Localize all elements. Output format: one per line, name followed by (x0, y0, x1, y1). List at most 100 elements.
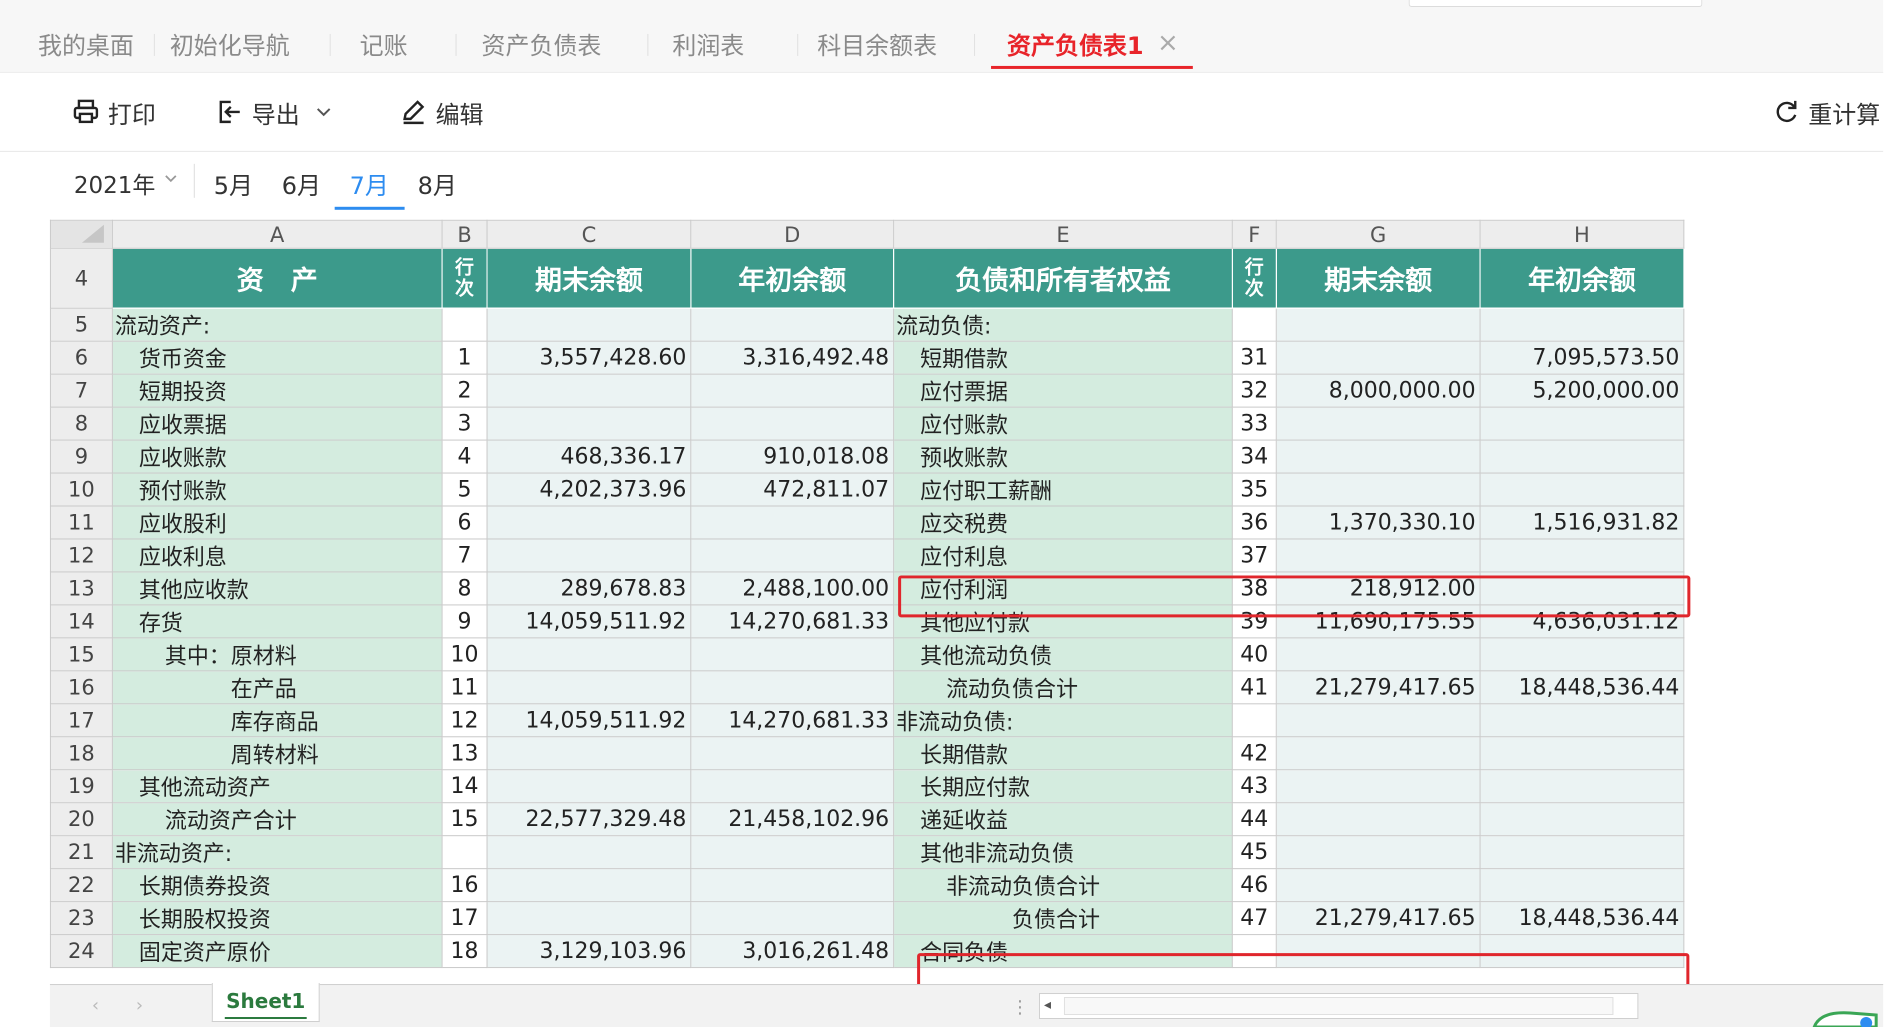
liability-line-no-cell[interactable]: 45 (1231, 835, 1277, 870)
header-begin-balance[interactable]: 年初余额 (690, 247, 895, 309)
row-number[interactable]: 4 (49, 247, 113, 309)
row-number[interactable]: 23 (49, 901, 113, 936)
asset-item-cell[interactable]: 库存商品 (111, 703, 443, 738)
liability-item-cell[interactable]: 短期借款 (893, 340, 1233, 375)
asset-begin-balance-cell[interactable]: 910,018.08 (690, 439, 895, 474)
next-sheet-icon[interactable]: › (136, 995, 143, 1016)
export-dropdown[interactable]: 导出 (216, 95, 340, 129)
column-header-b[interactable]: B (441, 219, 488, 249)
header-line-no[interactable]: 行次 (1231, 247, 1277, 309)
liability-line-no-cell[interactable]: 41 (1231, 670, 1277, 705)
print-button[interactable]: 打印 (72, 95, 156, 129)
asset-item-cell[interactable]: 固定资产原价 (111, 934, 443, 969)
liability-line-no-cell[interactable]: 35 (1231, 472, 1277, 507)
column-header-h[interactable]: H (1479, 219, 1685, 249)
liability-end-balance-cell[interactable]: 21,279,417.65 (1275, 670, 1481, 705)
liability-item-cell[interactable]: 应付账款 (893, 406, 1233, 441)
liability-begin-balance-cell[interactable] (1479, 571, 1685, 606)
liability-begin-balance-cell[interactable]: 18,448,536.44 (1479, 670, 1685, 705)
row-number[interactable]: 18 (49, 736, 113, 771)
liability-item-cell[interactable]: 应付职工薪酬 (893, 472, 1233, 507)
asset-begin-balance-cell[interactable] (690, 868, 895, 903)
asset-item-cell[interactable]: 应收账款 (111, 439, 443, 474)
asset-begin-balance-cell[interactable]: 2,488,100.00 (690, 571, 895, 606)
liability-line-no-cell[interactable] (1231, 703, 1277, 738)
row-number[interactable]: 24 (49, 934, 113, 969)
asset-item-cell[interactable]: 非流动资产: (111, 835, 443, 870)
asset-item-cell[interactable]: 应收利息 (111, 538, 443, 573)
asset-end-balance-cell[interactable] (486, 868, 692, 903)
edit-button[interactable]: 编辑 (400, 95, 484, 129)
asset-line-no-cell[interactable]: 13 (441, 736, 488, 771)
liability-line-no-cell[interactable] (1231, 307, 1277, 342)
liability-end-balance-cell[interactable] (1275, 835, 1481, 870)
asset-end-balance-cell[interactable]: 289,678.83 (486, 571, 692, 606)
asset-item-cell[interactable]: 其他应收款 (111, 571, 443, 606)
asset-line-no-cell[interactable]: 9 (441, 604, 488, 639)
asset-item-cell[interactable]: 存货 (111, 604, 443, 639)
row-number[interactable]: 6 (49, 340, 113, 375)
tab-bookkeeping[interactable]: 记账 (360, 28, 408, 64)
liability-end-balance-cell[interactable] (1275, 307, 1481, 342)
asset-item-cell[interactable]: 应收票据 (111, 406, 443, 441)
liability-line-no-cell[interactable] (1231, 934, 1277, 969)
liability-begin-balance-cell[interactable] (1479, 769, 1685, 804)
liability-begin-balance-cell[interactable] (1479, 835, 1685, 870)
asset-line-no-cell[interactable]: 7 (441, 538, 488, 573)
asset-begin-balance-cell[interactable] (690, 637, 895, 672)
liability-begin-balance-cell[interactable]: 4,636,031.12 (1479, 604, 1685, 639)
sheet-tab-sheet1[interactable]: Sheet1 (211, 983, 320, 1023)
row-number[interactable]: 17 (49, 703, 113, 738)
liability-end-balance-cell[interactable] (1275, 703, 1481, 738)
liability-item-cell[interactable]: 应付利息 (893, 538, 1233, 573)
liability-item-cell[interactable]: 非流动负债: (893, 703, 1233, 738)
asset-begin-balance-cell[interactable] (690, 373, 895, 408)
asset-begin-balance-cell[interactable] (690, 835, 895, 870)
liability-begin-balance-cell[interactable] (1479, 868, 1685, 903)
asset-line-no-cell[interactable]: 15 (441, 802, 488, 837)
liability-line-no-cell[interactable]: 37 (1231, 538, 1277, 573)
liability-end-balance-cell[interactable] (1275, 769, 1481, 804)
asset-item-cell[interactable]: 在产品 (111, 670, 443, 705)
row-number[interactable]: 15 (49, 637, 113, 672)
asset-end-balance-cell[interactable]: 22,577,329.48 (486, 802, 692, 837)
asset-end-balance-cell[interactable]: 3,129,103.96 (486, 934, 692, 969)
liability-begin-balance-cell[interactable] (1479, 307, 1685, 342)
liability-line-no-cell[interactable]: 32 (1231, 373, 1277, 408)
liability-begin-balance-cell[interactable] (1479, 538, 1685, 573)
asset-item-cell[interactable]: 流动资产: (111, 307, 443, 342)
liability-begin-balance-cell[interactable]: 1,516,931.82 (1479, 505, 1685, 540)
liability-begin-balance-cell[interactable]: 18,448,536.44 (1479, 901, 1685, 936)
tab-balance-sheet[interactable]: 资产负债表 (482, 28, 602, 64)
liability-end-balance-cell[interactable] (1275, 472, 1481, 507)
liability-item-cell[interactable]: 负债合计 (893, 901, 1233, 936)
liability-begin-balance-cell[interactable] (1479, 736, 1685, 771)
header-liabilities-equity[interactable]: 负债和所有者权益 (893, 247, 1233, 309)
liability-item-cell[interactable]: 其他非流动负债 (893, 835, 1233, 870)
row-number[interactable]: 16 (49, 670, 113, 705)
asset-begin-balance-cell[interactable]: 14,270,681.33 (690, 703, 895, 738)
liability-item-cell[interactable]: 流动负债: (893, 307, 1233, 342)
liability-end-balance-cell[interactable] (1275, 340, 1481, 375)
scrollbar-thumb[interactable] (1063, 997, 1614, 1016)
asset-item-cell[interactable]: 其中：原材料 (111, 637, 443, 672)
row-number[interactable]: 9 (49, 439, 113, 474)
liability-line-no-cell[interactable]: 39 (1231, 604, 1277, 639)
scroll-left-icon[interactable]: ◂ (1044, 994, 1051, 1016)
asset-item-cell[interactable]: 货币资金 (111, 340, 443, 375)
liability-item-cell[interactable]: 应付利润 (893, 571, 1233, 606)
asset-line-no-cell[interactable]: 1 (441, 340, 488, 375)
liability-line-no-cell[interactable]: 46 (1231, 868, 1277, 903)
liability-begin-balance-cell[interactable] (1479, 802, 1685, 837)
column-header-g[interactable]: G (1275, 219, 1481, 249)
liability-begin-balance-cell[interactable] (1479, 472, 1685, 507)
prev-sheet-icon[interactable]: ‹ (92, 995, 99, 1016)
asset-begin-balance-cell[interactable]: 21,458,102.96 (690, 802, 895, 837)
asset-item-cell[interactable]: 预付账款 (111, 472, 443, 507)
liability-item-cell[interactable]: 应交税费 (893, 505, 1233, 540)
liability-begin-balance-cell[interactable] (1479, 637, 1685, 672)
asset-begin-balance-cell[interactable] (690, 406, 895, 441)
select-all-corner[interactable] (49, 219, 113, 249)
asset-end-balance-cell[interactable] (486, 538, 692, 573)
chevron-down-icon[interactable] (164, 174, 178, 184)
